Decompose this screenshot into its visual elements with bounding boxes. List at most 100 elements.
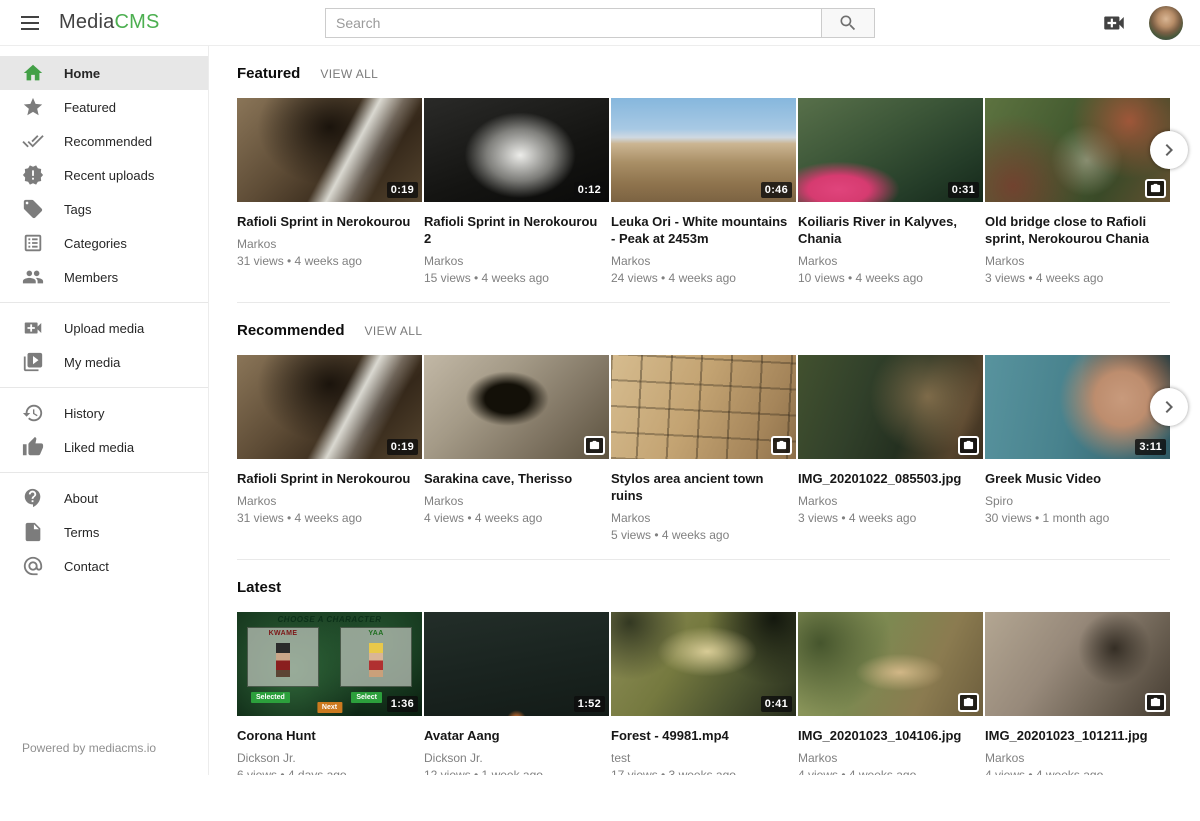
sidebar-item-featured[interactable]: Featured bbox=[0, 90, 208, 124]
view-all-link[interactable]: VIEW ALL bbox=[320, 67, 378, 81]
card-row: 0:19 Rafioli Sprint in Nerokourou Markos… bbox=[237, 98, 1170, 285]
media-thumbnail[interactable]: 0:19 bbox=[237, 98, 422, 202]
media-thumbnail[interactable]: 1:52 bbox=[424, 612, 609, 716]
media-thumbnail[interactable]: 0:19 bbox=[237, 355, 422, 459]
media-author[interactable]: Dickson Jr. bbox=[424, 751, 609, 765]
search-input[interactable] bbox=[325, 8, 821, 38]
media-thumbnail[interactable]: 0:41 bbox=[611, 612, 796, 716]
media-author[interactable]: Markos bbox=[611, 254, 796, 268]
top-bar-right bbox=[1101, 0, 1183, 46]
media-thumbnail[interactable]: 0:46 bbox=[611, 98, 796, 202]
media-author[interactable]: Markos bbox=[798, 494, 983, 508]
media-card: 0:19 Rafioli Sprint in Nerokourou Markos… bbox=[237, 98, 422, 285]
media-card: 0:46 Leuka Ori - White mountains - Peak … bbox=[611, 98, 796, 285]
media-title[interactable]: Stylos area ancient town ruins bbox=[611, 470, 796, 504]
media-author[interactable]: test bbox=[611, 751, 796, 765]
media-card: Sarakina cave, Therisso Markos 4 views •… bbox=[424, 355, 609, 542]
logo-media: Media bbox=[59, 11, 114, 33]
media-author[interactable]: Markos bbox=[985, 751, 1170, 765]
sidebar-item-upload-media[interactable]: Upload media bbox=[0, 311, 208, 345]
document-icon bbox=[22, 521, 44, 543]
sidebar-item-label: Upload media bbox=[64, 321, 144, 336]
media-author[interactable]: Markos bbox=[237, 494, 422, 508]
sidebar-item-home[interactable]: Home bbox=[0, 56, 208, 90]
media-meta: 4 views • 4 weeks ago bbox=[798, 768, 983, 775]
menu-icon[interactable] bbox=[18, 11, 42, 35]
sidebar-divider bbox=[0, 472, 208, 473]
media-meta: 5 views • 4 weeks ago bbox=[611, 528, 796, 542]
sidebar-item-history[interactable]: History bbox=[0, 396, 208, 430]
media-title[interactable]: Rafioli Sprint in Nerokourou bbox=[237, 213, 422, 230]
media-title[interactable]: Koiliaris River in Kalyves, Chania bbox=[798, 213, 983, 247]
avatar[interactable] bbox=[1149, 6, 1183, 40]
media-thumbnail[interactable] bbox=[424, 355, 609, 459]
section-header: Featured VIEW ALL bbox=[237, 65, 1170, 82]
media-author[interactable]: Markos bbox=[424, 494, 609, 508]
media-thumbnail[interactable]: 0:31 bbox=[798, 98, 983, 202]
media-meta: 17 views • 3 weeks ago bbox=[611, 768, 796, 775]
media-meta: 12 views • 1 week ago bbox=[424, 768, 609, 775]
top-bar: MediaCMS bbox=[0, 0, 1200, 46]
media-meta: 31 views • 4 weeks ago bbox=[237, 511, 422, 525]
media-author[interactable]: Markos bbox=[798, 751, 983, 765]
media-thumbnail[interactable]: 0:12 bbox=[424, 98, 609, 202]
media-title[interactable]: IMG_20201023_104106.jpg bbox=[798, 727, 983, 744]
view-all-link[interactable]: VIEW ALL bbox=[365, 324, 423, 338]
media-title[interactable]: Corona Hunt bbox=[237, 727, 422, 744]
media-title[interactable]: Leuka Ori - White mountains - Peak at 24… bbox=[611, 213, 796, 247]
section-latest: Latest CHOOSE A CHARACTER KWAME YAA Sele… bbox=[237, 560, 1170, 775]
sidebar-item-my-media[interactable]: My media bbox=[0, 345, 208, 379]
media-thumbnail[interactable] bbox=[611, 355, 796, 459]
sidebar-item-recent-uploads[interactable]: Recent uploads bbox=[0, 158, 208, 192]
section-title: Latest bbox=[237, 579, 281, 596]
next-arrow-button[interactable] bbox=[1150, 388, 1188, 426]
media-author[interactable]: Spiro bbox=[985, 494, 1170, 508]
media-thumbnail[interactable] bbox=[798, 355, 983, 459]
media-title[interactable]: Rafioli Sprint in Nerokourou bbox=[237, 470, 422, 487]
search-button[interactable] bbox=[821, 8, 875, 38]
media-title[interactable]: Avatar Aang bbox=[424, 727, 609, 744]
media-author[interactable]: Markos bbox=[237, 237, 422, 251]
media-title[interactable]: Greek Music Video bbox=[985, 470, 1170, 487]
game-character-left-name: KWAME bbox=[248, 630, 318, 637]
media-title[interactable]: IMG_20201022_085503.jpg bbox=[798, 470, 983, 487]
help-bubble-icon bbox=[22, 487, 44, 509]
next-arrow-button[interactable] bbox=[1150, 131, 1188, 169]
media-card: 0:19 Rafioli Sprint in Nerokourou Markos… bbox=[237, 355, 422, 542]
media-title[interactable]: IMG_20201023_101211.jpg bbox=[985, 727, 1170, 744]
sidebar-item-categories[interactable]: Categories bbox=[0, 226, 208, 260]
media-author[interactable]: Markos bbox=[424, 254, 609, 268]
duration-badge: 1:52 bbox=[574, 696, 605, 712]
sidebar-item-members[interactable]: Members bbox=[0, 260, 208, 294]
media-thumbnail[interactable] bbox=[985, 612, 1170, 716]
media-title[interactable]: Rafioli Sprint in Nerokourou 2 bbox=[424, 213, 609, 247]
media-author[interactable]: Dickson Jr. bbox=[237, 751, 422, 765]
media-thumbnail[interactable] bbox=[985, 98, 1170, 202]
section-recommended: Recommended VIEW ALL 0:19 Rafioli Sprint… bbox=[237, 303, 1170, 560]
media-thumbnail[interactable]: CHOOSE A CHARACTER KWAME YAA Selected Ne… bbox=[237, 612, 422, 716]
media-thumbnail[interactable] bbox=[798, 612, 983, 716]
card-row: CHOOSE A CHARACTER KWAME YAA Selected Ne… bbox=[237, 612, 1170, 775]
media-meta: 3 views • 4 weeks ago bbox=[985, 271, 1170, 285]
media-title[interactable]: Old bridge close to Rafioli sprint, Nero… bbox=[985, 213, 1170, 247]
media-title[interactable]: Forest - 49981.mp4 bbox=[611, 727, 796, 744]
sidebar-item-recommended[interactable]: Recommended bbox=[0, 124, 208, 158]
upload-video-icon[interactable] bbox=[1101, 10, 1127, 36]
media-author[interactable]: Markos bbox=[611, 511, 796, 525]
media-meta: 6 views • 4 days ago bbox=[237, 768, 422, 775]
media-title[interactable]: Sarakina cave, Therisso bbox=[424, 470, 609, 487]
media-card: 0:31 Koiliaris River in Kalyves, Chania … bbox=[798, 98, 983, 285]
game-next-button: Next bbox=[317, 702, 342, 713]
media-meta: 30 views • 1 month ago bbox=[985, 511, 1170, 525]
sidebar-item-about[interactable]: About bbox=[0, 481, 208, 515]
media-author[interactable]: Markos bbox=[985, 254, 1170, 268]
sidebar-item-contact[interactable]: Contact bbox=[0, 549, 208, 583]
done-all-icon bbox=[22, 130, 44, 152]
media-thumbnail[interactable]: 3:11 bbox=[985, 355, 1170, 459]
sidebar-item-terms[interactable]: Terms bbox=[0, 515, 208, 549]
sidebar-item-liked-media[interactable]: Liked media bbox=[0, 430, 208, 464]
media-author[interactable]: Markos bbox=[798, 254, 983, 268]
logo[interactable]: MediaCMS bbox=[59, 11, 160, 34]
sidebar-item-tags[interactable]: Tags bbox=[0, 192, 208, 226]
sidebar-item-label: Tags bbox=[64, 202, 91, 217]
